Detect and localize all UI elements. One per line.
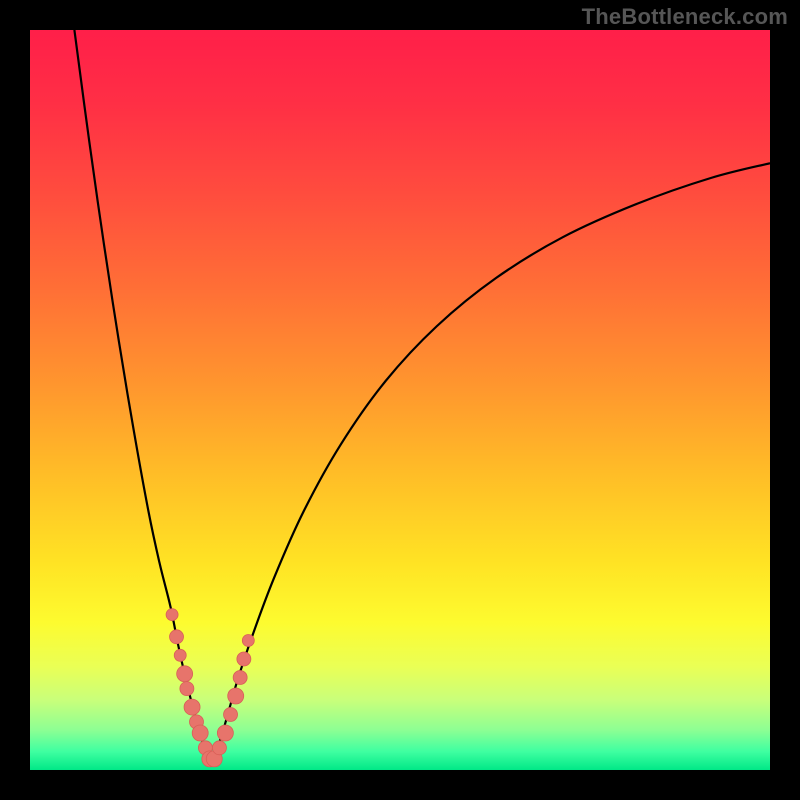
data-marker bbox=[237, 652, 251, 666]
curve-layer bbox=[30, 30, 770, 770]
data-marker bbox=[224, 708, 238, 722]
data-marker bbox=[170, 630, 184, 644]
data-marker bbox=[228, 688, 244, 704]
chart-frame: TheBottleneck.com bbox=[0, 0, 800, 800]
data-marker bbox=[174, 649, 186, 661]
data-marker bbox=[242, 635, 254, 647]
data-marker bbox=[166, 609, 178, 621]
curve-right-branch bbox=[211, 163, 770, 762]
plot-area bbox=[30, 30, 770, 770]
data-marker bbox=[192, 725, 208, 741]
watermark-text: TheBottleneck.com bbox=[582, 4, 788, 30]
data-marker bbox=[212, 741, 226, 755]
data-marker bbox=[233, 671, 247, 685]
data-marker bbox=[180, 682, 194, 696]
data-marker bbox=[184, 699, 200, 715]
curve-left-branch bbox=[74, 30, 209, 763]
data-marker bbox=[177, 666, 193, 682]
data-markers bbox=[166, 609, 254, 767]
data-marker bbox=[217, 725, 233, 741]
